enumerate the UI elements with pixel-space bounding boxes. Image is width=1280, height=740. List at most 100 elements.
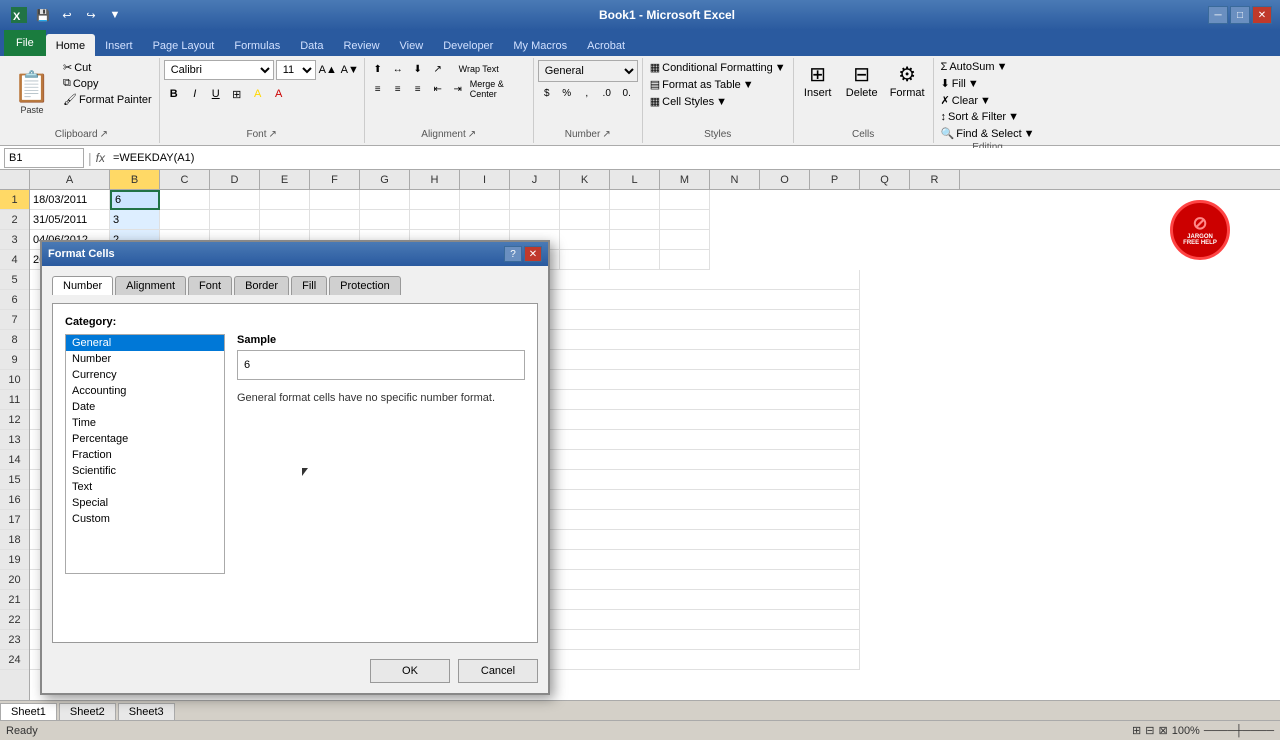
dialog-tab-number[interactable]: Number [52, 276, 113, 295]
view-page-layout-icon[interactable]: ⊟ [1145, 724, 1154, 737]
font-color-button[interactable]: A [269, 84, 289, 104]
redo-quick-btn[interactable]: ↪ [80, 6, 102, 24]
cell-A2[interactable]: 31/05/2011 [30, 210, 110, 230]
align-top-btn[interactable]: ⬆ [369, 60, 387, 78]
col-header-B[interactable]: B [110, 170, 160, 190]
col-header-Q[interactable]: Q [860, 170, 910, 190]
tab-developer[interactable]: Developer [433, 34, 503, 56]
cat-item-number[interactable]: Number [66, 351, 224, 367]
cell-H2[interactable] [410, 210, 460, 230]
cell-I2[interactable] [460, 210, 510, 230]
align-bottom-btn[interactable]: ⬇ [409, 60, 427, 78]
customize-quick-btn[interactable]: ▼ [104, 6, 126, 24]
cat-item-fraction[interactable]: Fraction [66, 447, 224, 463]
cell-C2[interactable] [160, 210, 210, 230]
cell-L3[interactable] [610, 230, 660, 250]
conditional-formatting-btn[interactable]: ▦ Conditional Formatting ▼ [647, 60, 789, 75]
accounting-btn[interactable]: $ [538, 84, 556, 102]
col-header-P[interactable]: P [810, 170, 860, 190]
col-header-M[interactable]: M [660, 170, 710, 190]
tab-page-layout[interactable]: Page Layout [143, 34, 225, 56]
cell-B1[interactable]: 6 [110, 190, 160, 210]
cell-E2[interactable] [260, 210, 310, 230]
tab-home[interactable]: Home [46, 34, 95, 56]
italic-button[interactable]: I [185, 84, 205, 104]
cell-A1[interactable]: 18/03/2011 [30, 190, 110, 210]
tab-file[interactable]: File [4, 30, 46, 56]
cat-item-scientific[interactable]: Scientific [66, 463, 224, 479]
col-header-K[interactable]: K [560, 170, 610, 190]
cell-J1[interactable] [510, 190, 560, 210]
col-header-F[interactable]: F [310, 170, 360, 190]
merge-center-btn[interactable]: Merge & Center [469, 80, 529, 98]
col-header-G[interactable]: G [360, 170, 410, 190]
cell-F2[interactable] [310, 210, 360, 230]
paste-button[interactable]: 📋 Paste [8, 60, 56, 124]
cat-item-accounting[interactable]: Accounting [66, 383, 224, 399]
cell-G2[interactable] [360, 210, 410, 230]
decrease-decimal-btn[interactable]: 0. [618, 84, 636, 102]
cut-button[interactable]: ✂ Cut [60, 60, 155, 75]
save-quick-btn[interactable]: 💾 [32, 6, 54, 24]
decrease-indent-btn[interactable]: ⇤ [429, 80, 447, 98]
undo-quick-btn[interactable]: ↩ [56, 6, 78, 24]
fill-btn[interactable]: ⬇ Fill ▼ [938, 76, 982, 91]
cell-M4[interactable] [660, 250, 710, 270]
clipboard-expand-icon[interactable]: ↗ [100, 129, 108, 140]
cell-K1[interactable] [560, 190, 610, 210]
increase-decimal-btn[interactable]: .0 [598, 84, 616, 102]
dialog-tab-alignment[interactable]: Alignment [115, 276, 186, 295]
cat-item-text[interactable]: Text [66, 479, 224, 495]
cat-item-date[interactable]: Date [66, 399, 224, 415]
align-middle-btn[interactable]: ↔ [389, 60, 407, 78]
dialog-tab-font[interactable]: Font [188, 276, 232, 295]
cell-H1[interactable] [410, 190, 460, 210]
cat-item-percentage[interactable]: Percentage [66, 431, 224, 447]
zoom-slider[interactable]: ────┼──── [1204, 725, 1274, 737]
number-expand-icon[interactable]: ↗ [602, 129, 610, 140]
tab-view[interactable]: View [390, 34, 434, 56]
underline-button[interactable]: U [206, 84, 226, 104]
tab-formulas[interactable]: Formulas [224, 34, 290, 56]
cell-styles-btn[interactable]: ▦ Cell Styles ▼ [647, 94, 730, 109]
dialog-tab-border[interactable]: Border [234, 276, 289, 295]
autosum-btn[interactable]: Σ AutoSum ▼ [938, 60, 1011, 74]
cell-K3[interactable] [560, 230, 610, 250]
cell-F1[interactable] [310, 190, 360, 210]
dialog-close-btn[interactable]: ✕ [524, 246, 542, 262]
cat-item-special[interactable]: Special [66, 495, 224, 511]
close-btn[interactable]: ✕ [1252, 6, 1272, 24]
col-header-A[interactable]: A [30, 170, 110, 190]
cell-L1[interactable] [610, 190, 660, 210]
sheet-tab-2[interactable]: Sheet2 [59, 703, 116, 720]
increase-font-btn[interactable]: A▲ [318, 60, 338, 80]
font-size-select[interactable]: 11 [276, 60, 316, 80]
fill-color-button[interactable]: A [248, 84, 268, 104]
col-header-O[interactable]: O [760, 170, 810, 190]
ok-button[interactable]: OK [370, 659, 450, 683]
format-as-table-btn[interactable]: ▤ Format as Table ▼ [647, 77, 757, 92]
bold-button[interactable]: B [164, 84, 184, 104]
align-right-btn[interactable]: ≡ [409, 80, 427, 98]
percent-btn[interactable]: % [558, 84, 576, 102]
cell-B2[interactable]: 3 [110, 210, 160, 230]
border-button[interactable]: ⊞ [227, 84, 247, 104]
dialog-tab-protection[interactable]: Protection [329, 276, 401, 295]
font-name-select[interactable]: Calibri [164, 60, 274, 80]
col-header-L[interactable]: L [610, 170, 660, 190]
number-format-select[interactable]: General [538, 60, 638, 82]
sort-filter-btn[interactable]: ↕ Sort & Filter ▼ [938, 110, 1022, 124]
col-header-I[interactable]: I [460, 170, 510, 190]
cell-L4[interactable] [610, 250, 660, 270]
copy-button[interactable]: ⧉ Copy [60, 76, 155, 91]
delete-button[interactable]: ⊟ Delete [842, 60, 882, 124]
category-list[interactable]: General Number Currency Accounting Date … [65, 334, 225, 574]
cell-M2[interactable] [660, 210, 710, 230]
cell-J2[interactable] [510, 210, 560, 230]
align-left-btn[interactable]: ≡ [369, 80, 387, 98]
cat-item-currency[interactable]: Currency [66, 367, 224, 383]
col-header-E[interactable]: E [260, 170, 310, 190]
format-button[interactable]: ⚙ Format [886, 60, 929, 124]
cell-D2[interactable] [210, 210, 260, 230]
name-box[interactable]: B1 [4, 148, 84, 168]
